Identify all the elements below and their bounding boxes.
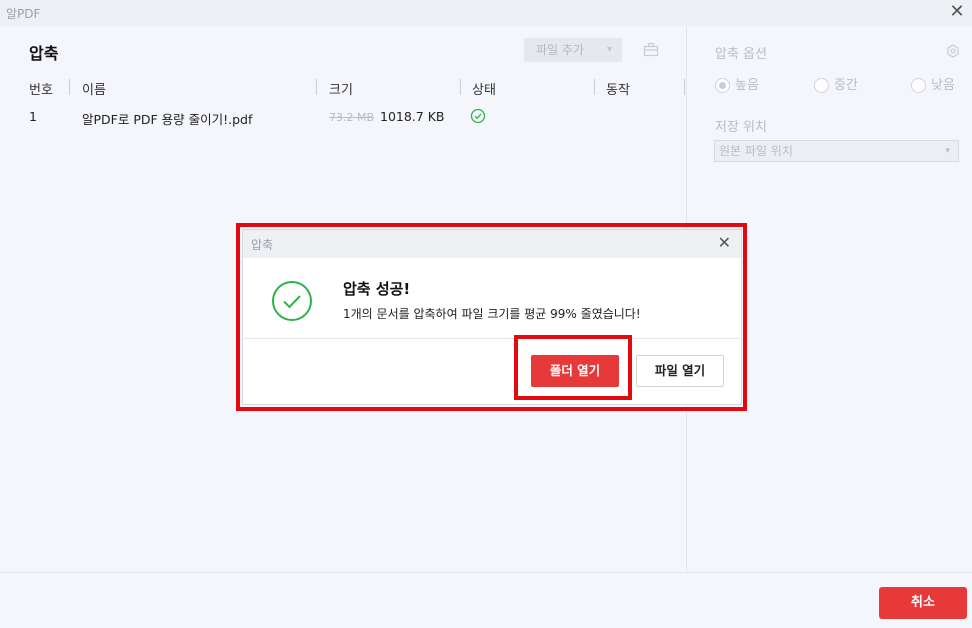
dialog-message: 1개의 문서를 압축하여 파일 크기를 평균 99% 줄였습니다! <box>343 307 641 321</box>
level-low-radio[interactable]: 낮음 <box>911 74 955 93</box>
dialog-divider <box>243 338 741 339</box>
footer-bar: 취소 <box>0 572 972 628</box>
col-size: 크기 <box>329 83 353 98</box>
col-name: 이름 <box>82 83 106 98</box>
open-folder-button[interactable]: 폴더 열기 <box>531 355 619 387</box>
level-medium-radio[interactable]: 중간 <box>814 74 858 93</box>
dialog-title: 압축 <box>251 238 274 252</box>
save-location-value: 원본 파일 위치 <box>719 144 793 158</box>
cancel-button[interactable]: 취소 <box>879 587 967 619</box>
settings-icon[interactable] <box>946 44 960 58</box>
add-file-button[interactable]: 파일 추가 ▾ <box>524 38 622 62</box>
open-file-button[interactable]: 파일 열기 <box>636 355 724 387</box>
level-medium-label: 중간 <box>834 78 858 93</box>
success-dialog: 압축 ✕ 압축 성공! 1개의 문서를 압축하여 파일 크기를 평균 99% 줄… <box>242 229 742 405</box>
col-number: 번호 <box>29 83 53 98</box>
level-high-label: 높음 <box>735 78 759 93</box>
page-title: 압축 <box>29 44 59 63</box>
radio-icon <box>911 78 926 93</box>
app-title: 알PDF <box>6 7 41 21</box>
window-titlebar: 알PDF ✕ <box>0 0 972 26</box>
chevron-down-icon: ▾ <box>945 146 950 156</box>
chevron-down-icon: ▾ <box>606 44 612 55</box>
col-action: 동작 <box>606 83 630 98</box>
dialog-header: 압축 ✕ <box>243 230 741 258</box>
compression-options-title: 압축 옵션 <box>715 47 767 62</box>
row-old-size: 73.2 MB <box>329 111 375 124</box>
radio-icon <box>814 78 829 93</box>
save-location-select[interactable]: 원본 파일 위치 ▾ <box>714 140 959 162</box>
radio-selected-icon <box>715 78 730 93</box>
table-header: 번호 이름 크기 상태 동작 <box>0 76 686 98</box>
row-file-name: 알PDF로 PDF 용량 줄이기!.pdf <box>82 112 253 127</box>
briefcase-icon[interactable] <box>642 41 660 59</box>
col-status: 상태 <box>472 83 496 98</box>
col-divider <box>460 79 461 95</box>
col-divider <box>316 79 317 95</box>
level-low-label: 낮음 <box>931 78 955 93</box>
dialog-close-icon[interactable]: ✕ <box>718 233 731 252</box>
col-divider <box>594 79 595 95</box>
dialog-message-title: 압축 성공! <box>343 280 411 298</box>
save-location-title: 저장 위치 <box>715 120 767 135</box>
col-divider <box>69 79 70 95</box>
row-new-size: 1018.7 KB <box>380 109 445 124</box>
row-number: 1 <box>29 109 37 124</box>
level-high-radio[interactable]: 높음 <box>715 74 759 93</box>
window-close-icon[interactable]: ✕ <box>946 2 968 24</box>
col-divider <box>684 79 685 95</box>
success-check-icon <box>272 281 312 321</box>
success-check-icon <box>470 108 486 124</box>
add-file-label: 파일 추가 <box>536 43 584 57</box>
table-row[interactable]: 1 알PDF로 PDF 용량 줄이기!.pdf 73.2 MB 1018.7 K… <box>0 106 686 128</box>
